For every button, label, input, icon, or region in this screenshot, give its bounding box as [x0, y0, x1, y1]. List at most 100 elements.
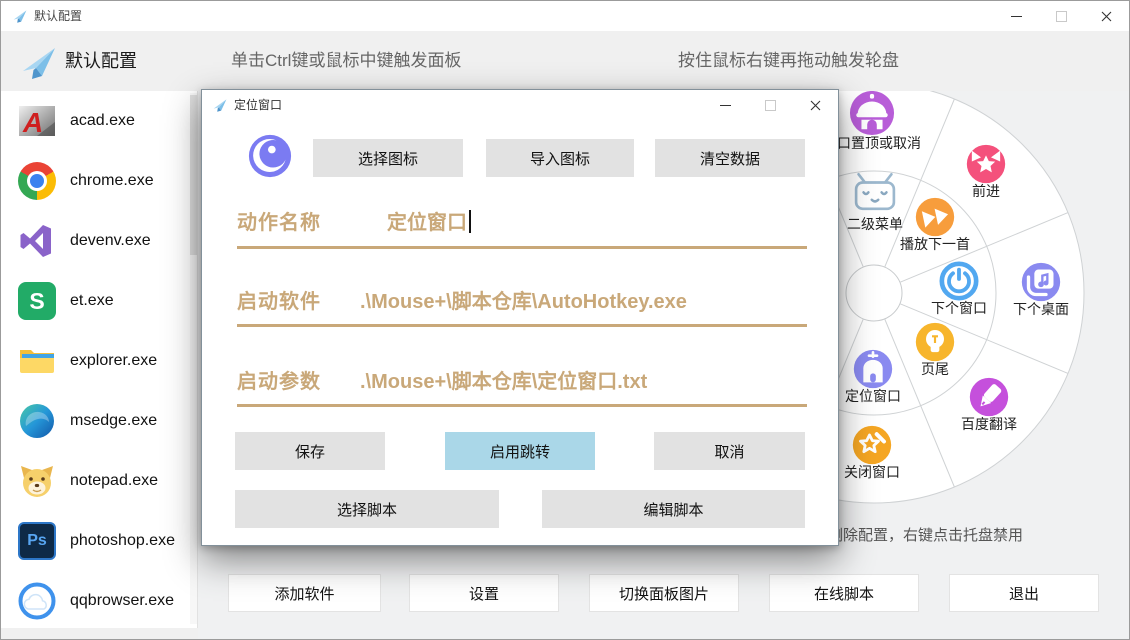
sidebar-item-label: photoshop.exe [70, 532, 175, 550]
exit-button[interactable]: 退出 [949, 574, 1099, 612]
field-underline [237, 246, 807, 249]
wheel-item-label: 页尾 [921, 359, 949, 379]
app-window: 默认配置 默认配置 单击Ctrl键或鼠标中键触发面板 按住鼠标右键再拖动触发轮盘… [0, 0, 1130, 640]
locate-window-icon [853, 349, 893, 389]
titlebar[interactable]: 默认配置 [1, 1, 1129, 31]
maximize-button[interactable] [1039, 1, 1084, 31]
choose-script-button[interactable]: 选择脚本 [235, 490, 499, 528]
dialog-locate-window: 定位窗口 选择图标 导入图标 清空数据 动作名称 定位窗口 启动软件 .\Mou… [201, 89, 839, 546]
app-list-sidebar: A acad.exe chrome.exe devenv.exe S et.ex… [1, 91, 198, 628]
launch-args-input[interactable]: .\Mouse+\脚本仓库\定位窗口.txt [360, 365, 647, 394]
sidebar-item-chrome[interactable]: chrome.exe [1, 151, 197, 211]
minimize-icon [1011, 16, 1022, 17]
sidebar-scrollbar[interactable] [190, 93, 197, 624]
save-button[interactable]: 保存 [235, 432, 385, 470]
action-name-input[interactable]: 定位窗口 [387, 206, 471, 235]
visual-studio-icon [18, 222, 56, 260]
sidebar-item-msedge[interactable]: msedge.exe [1, 391, 197, 451]
sidebar-item-acad[interactable]: A acad.exe [1, 91, 197, 151]
scrollbar-thumb[interactable] [190, 95, 197, 255]
baidu-translate-icon [969, 377, 1009, 417]
dialog-controls [703, 90, 838, 120]
dialog-title: 定位窗口 [234, 90, 282, 120]
autocad-icon: A [18, 102, 56, 140]
paper-plane-icon [212, 97, 228, 113]
paper-plane-icon [18, 42, 60, 82]
chrome-icon [18, 162, 56, 200]
sidebar-item-notepad[interactable]: notepad.exe [1, 451, 197, 511]
dialog-maximize-button[interactable] [748, 90, 793, 120]
photoshop-icon: Ps [18, 522, 56, 560]
explorer-icon [18, 342, 56, 380]
dialog-minimize-button[interactable] [703, 90, 748, 120]
page-end-icon [915, 322, 955, 362]
header: 默认配置 单击Ctrl键或鼠标中键触发面板 按住鼠标右键再拖动触发轮盘 [1, 31, 1129, 91]
launch-program-label: 启动软件 [237, 285, 321, 314]
add-software-button[interactable]: 添加软件 [228, 574, 381, 612]
edge-icon [18, 402, 56, 440]
action-name-label: 动作名称 [237, 206, 321, 235]
window-controls [994, 1, 1129, 31]
window-title: 默认配置 [34, 1, 82, 31]
close-icon [1101, 11, 1112, 22]
launch-program-input[interactable]: .\Mouse+\脚本仓库\AutoHotkey.exe [360, 285, 687, 314]
close-window-icon [852, 425, 892, 465]
paper-plane-icon [12, 8, 28, 24]
config-title: 默认配置 [65, 31, 137, 91]
wheel-item-label: 播放下一首 [900, 234, 970, 254]
settings-button[interactable]: 设置 [409, 574, 559, 612]
sidebar-item-label: chrome.exe [70, 172, 154, 190]
import-icon-button[interactable]: 导入图标 [486, 139, 634, 177]
qqbrowser-icon [18, 582, 56, 620]
wheel-item-label: 百度翻译 [961, 414, 1017, 434]
sidebar-item-explorer[interactable]: explorer.exe [1, 331, 197, 391]
cancel-button[interactable]: 取消 [654, 432, 805, 470]
doge-icon [18, 462, 56, 500]
field-underline [237, 404, 807, 407]
wheel-item-label: 下个桌面 [1013, 299, 1069, 319]
wheel-item-label: 二级菜单 [847, 214, 903, 234]
minimize-icon [720, 105, 731, 106]
autocad-letter: A [22, 107, 43, 138]
maximize-icon [1056, 11, 1067, 22]
sidebar-item-label: qqbrowser.exe [70, 592, 174, 610]
wheel-item-label: 下个窗口 [931, 298, 987, 318]
sidebar-item-qqbrowser[interactable]: qqbrowser.exe [1, 571, 197, 628]
dialog-close-button[interactable] [793, 90, 838, 120]
wheel-item-label: 关闭窗口 [844, 462, 900, 482]
maximize-icon [765, 100, 776, 111]
submenu-icon [852, 171, 898, 217]
forward-icon [966, 144, 1006, 184]
sidebar-item-label: et.exe [70, 292, 114, 310]
sidebar-item-label: notepad.exe [70, 472, 158, 490]
next-window-icon [939, 261, 979, 301]
sidebar-item-label: devenv.exe [70, 232, 151, 250]
wps-et-icon: S [18, 282, 56, 320]
enable-jump-button[interactable]: 启用跳转 [445, 432, 595, 470]
text-cursor [469, 210, 471, 233]
sidebar-item-label: explorer.exe [70, 352, 157, 370]
close-icon [810, 100, 821, 111]
next-desktop-icon [1021, 262, 1061, 302]
wheel-trigger-hint: 按住鼠标右键再拖动触发轮盘 [678, 31, 899, 91]
sidebar-item-photoshop[interactable]: Ps photoshop.exe [1, 511, 197, 571]
close-button[interactable] [1084, 1, 1129, 31]
pin-top-icon [849, 91, 895, 136]
online-scripts-button[interactable]: 在线脚本 [769, 574, 919, 612]
sidebar-item-label: msedge.exe [70, 412, 157, 430]
choose-icon-button[interactable]: 选择图标 [313, 139, 463, 177]
clear-data-button[interactable]: 清空数据 [655, 139, 805, 177]
tray-hint-text: 删除配置，右键点击托盘禁用 [828, 524, 1023, 545]
field-underline [237, 324, 807, 327]
wheel-item-label: 定位窗口 [845, 386, 901, 406]
sidebar-item-devenv[interactable]: devenv.exe [1, 211, 197, 271]
minimize-button[interactable] [994, 1, 1039, 31]
action-icon-preview moon-icon[interactable] [248, 134, 292, 178]
sidebar-item-label: acad.exe [70, 112, 135, 130]
dialog-titlebar[interactable]: 定位窗口 [202, 90, 838, 120]
switch-panel-image-button[interactable]: 切换面板图片 [589, 574, 739, 612]
sidebar-item-et[interactable]: S et.exe [1, 271, 197, 331]
edit-script-button[interactable]: 编辑脚本 [542, 490, 805, 528]
play-next-icon [915, 197, 955, 237]
launch-args-label: 启动参数 [237, 365, 321, 394]
